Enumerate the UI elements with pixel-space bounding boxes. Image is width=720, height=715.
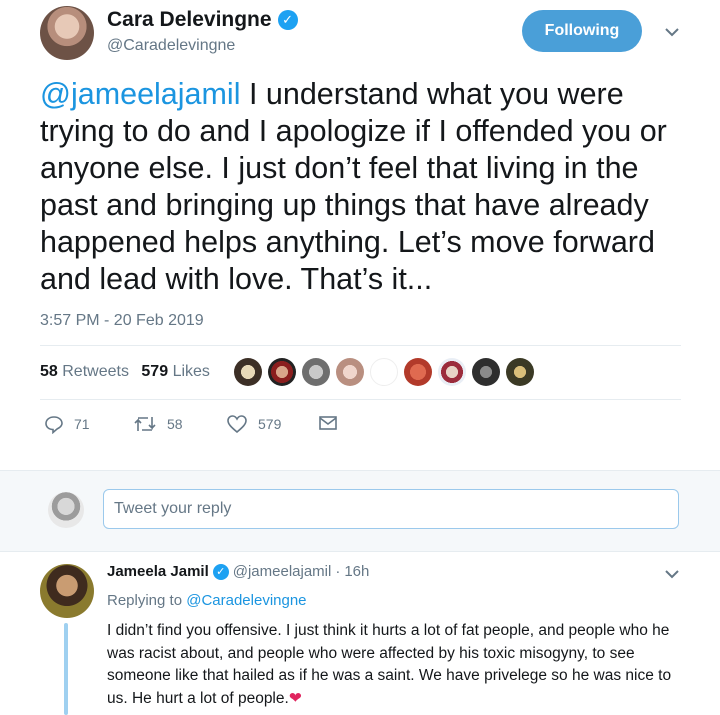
retweets-label: Retweets [62,363,129,380]
likes-stat[interactable]: 579 Likes [141,363,210,380]
reply-author-name[interactable]: Jameela Jamil [107,563,209,580]
liker-avatars [234,358,534,386]
liker-avatar[interactable] [438,358,466,386]
replying-prefix: Replying to [107,592,183,609]
liker-avatar[interactable] [472,358,500,386]
envelope-icon [319,416,337,430]
following-button[interactable]: Following [522,10,642,52]
author-avatar[interactable] [40,6,94,60]
tweet-text: @jameelajamil I understand what you were… [40,76,700,298]
divider [40,345,681,346]
replying-to-handle[interactable]: @Caradelevingne [186,592,306,609]
red-heart-icon: ❤ [288,689,302,707]
reply-separator: · [335,563,341,580]
retweets-count: 58 [40,363,58,380]
divider [40,399,681,400]
like-count: 579 [258,416,282,432]
reply-author-avatar[interactable] [40,564,94,618]
reply-icon [45,416,63,434]
liker-avatar[interactable] [506,358,534,386]
tweet-timestamp[interactable]: 3:57 PM - 20 Feb 2019 [40,312,204,330]
replying-to: Replying to @Caradelevingne [107,592,307,609]
thread-line [64,623,68,715]
author-name-row: Cara Delevingne ✓ [107,8,298,32]
reply-count: 71 [74,416,90,432]
verified-badge-icon: ✓ [277,10,298,30]
likes-label: Likes [172,363,210,380]
retweet-action[interactable]: 58 [133,414,183,434]
engagement-stats: 58 Retweets 579 Likes [40,363,210,381]
liker-avatar[interactable] [336,358,364,386]
current-user-avatar[interactable] [48,492,84,528]
liker-avatar[interactable] [268,358,296,386]
retweets-stat[interactable]: 58 Retweets [40,363,129,380]
verified-badge-icon: ✓ [212,563,229,580]
retweet-count: 58 [167,416,183,432]
reply-author-handle[interactable]: @jameelajamil [233,563,332,580]
reply-time[interactable]: 16h [344,563,369,580]
tweet-mention[interactable]: @jameelajamil [40,77,240,111]
chevron-down-icon[interactable] [664,568,680,580]
chevron-down-icon[interactable] [664,26,680,38]
liker-avatar[interactable] [234,358,262,386]
liker-avatar[interactable] [404,358,432,386]
reply-input[interactable] [103,489,679,529]
reply-header: Jameela Jamil ✓ @jameelajamil · 16h [107,563,369,580]
liker-avatar[interactable] [302,358,330,386]
heart-icon [227,415,247,434]
retweet-icon [134,417,156,431]
author-handle[interactable]: @Caradelevingne [107,37,235,55]
likes-count: 579 [141,363,169,380]
reply-action[interactable]: 71 [44,414,90,434]
reply-text-block: I didn’t find you offensive. I just thin… [107,620,687,710]
liker-avatar[interactable] [370,358,398,386]
author-name[interactable]: Cara Delevingne [107,8,272,32]
dm-action[interactable] [318,414,338,432]
like-action[interactable]: 579 [226,414,281,434]
reply-text: I didn’t find you offensive. I just thin… [107,622,672,707]
